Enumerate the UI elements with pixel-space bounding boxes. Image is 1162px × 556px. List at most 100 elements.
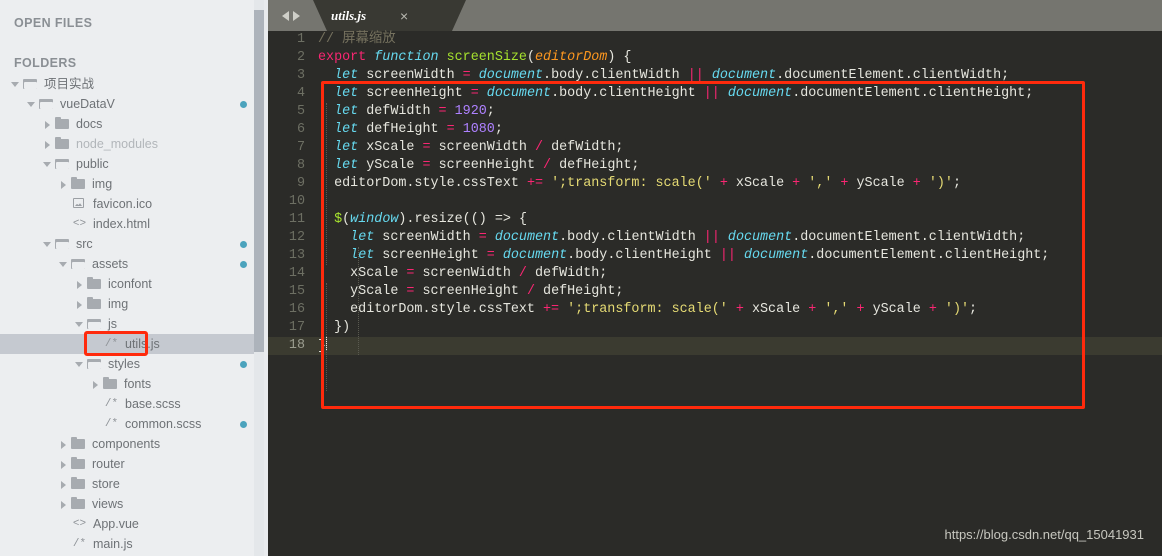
watermark-text: https://blog.csdn.net/qq_15041931 — [944, 527, 1145, 542]
tree-item-src[interactable]: src — [0, 234, 268, 254]
line-number: 17 — [288, 320, 305, 335]
line-number: 8 — [296, 158, 305, 173]
tab-utils-js[interactable]: utils.js × — [313, 0, 466, 31]
tree-item-utils-js[interactable]: /* utils.js — [0, 334, 268, 354]
code-line: let screenHeight = document.body.clientH… — [334, 86, 1034, 101]
tree-item-label: App.vue — [93, 517, 139, 531]
tree-item-store[interactable]: store — [0, 474, 268, 494]
tree-item-label: js — [108, 317, 118, 331]
chevron-right-icon[interactable] — [58, 479, 69, 490]
line-number: 10 — [288, 194, 305, 209]
chevron-down-icon[interactable] — [42, 159, 53, 170]
tree-item-app-vue[interactable]: <> App.vue — [0, 514, 268, 534]
tree-item-public[interactable]: public — [0, 154, 268, 174]
code-line: export function screenSize(editorDom) { — [318, 50, 632, 65]
tree-item-router[interactable]: router — [0, 454, 268, 474]
chevron-down-icon[interactable] — [42, 239, 53, 250]
tree-item-label: 项目实战 — [44, 77, 95, 91]
editor-panel: utils.js × 1 2 3 4 5 6 7 8 9 10 11 12 13 14 15 16 17 18 /… — [268, 0, 1162, 556]
chevron-right-icon[interactable] — [74, 299, 85, 310]
chevron-right-icon[interactable] — [58, 439, 69, 450]
modified-indicator-dot — [240, 101, 247, 108]
sidebar-file-tree-panel: OPEN FILES FOLDERS 项目实战 vueDataV docs node_… — [0, 0, 268, 556]
tree-item-label: common.scss — [125, 417, 202, 431]
tree-item-docs[interactable]: docs — [0, 114, 268, 134]
arrow-left-icon[interactable] — [281, 10, 289, 21]
tree-item-label: base.scss — [125, 397, 181, 411]
tree-item--[interactable]: 项目实战 — [0, 74, 268, 94]
tree-item-styles[interactable]: styles — [0, 354, 268, 374]
tree-item-components[interactable]: components — [0, 434, 268, 454]
line-number: 3 — [296, 68, 305, 83]
code-line: editorDom.style.cssText += ';transform: … — [318, 176, 962, 191]
js-file-icon: /* — [104, 418, 119, 430]
tree-item-label: img — [92, 177, 113, 191]
chevron-right-icon[interactable] — [58, 499, 69, 510]
line-number: 9 — [296, 176, 305, 191]
indent-guide — [326, 283, 327, 391]
line-number: 6 — [296, 122, 305, 137]
chevron-right-icon[interactable] — [90, 379, 101, 390]
chevron-down-icon[interactable] — [10, 79, 21, 90]
tab-label: utils.js — [331, 7, 367, 23]
folder-closed-icon — [55, 137, 70, 150]
modified-indicator-dot — [240, 421, 247, 428]
tree-item-img[interactable]: img — [0, 294, 268, 314]
sidebar-scrollbar-thumb[interactable] — [254, 10, 264, 352]
tree-item-label: fonts — [124, 377, 152, 391]
code-content[interactable]: // 屏幕缩放 export function screenSize(editor… — [314, 31, 1162, 556]
line-number: 14 — [288, 266, 305, 281]
line-number: 2 — [296, 50, 305, 65]
tree-item-vuedatav[interactable]: vueDataV — [0, 94, 268, 114]
tree-item-js[interactable]: js — [0, 314, 268, 334]
modified-indicator-dot — [240, 261, 247, 268]
chevron-down-icon[interactable] — [26, 99, 37, 110]
folder-closed-icon — [71, 457, 86, 470]
tab-navigation-buttons[interactable] — [268, 0, 313, 31]
chevron-down-icon[interactable] — [74, 359, 85, 370]
chevron-right-icon[interactable] — [42, 119, 53, 130]
tree-item-favicon-ico[interactable]: favicon.ico — [0, 194, 268, 214]
tree-item-label: components — [92, 437, 161, 451]
indent-guide — [326, 103, 327, 265]
chevron-right-icon[interactable] — [74, 279, 85, 290]
tree-item-label: node_modules — [76, 137, 159, 151]
tree-item-node-modules[interactable]: node_modules — [0, 134, 268, 154]
code-line: // 屏幕缩放 — [318, 32, 396, 47]
js-file-icon: /* — [104, 338, 119, 350]
arrow-right-icon[interactable] — [292, 10, 300, 21]
close-icon[interactable]: × — [400, 9, 408, 23]
line-number: 7 — [296, 140, 305, 155]
tree-item-base-scss[interactable]: /* base.scss — [0, 394, 268, 414]
tree-item-fonts[interactable]: fonts — [0, 374, 268, 394]
folder-closed-icon — [71, 497, 86, 510]
tree-item-views[interactable]: views — [0, 494, 268, 514]
code-area[interactable]: 1 2 3 4 5 6 7 8 9 10 11 12 13 14 15 16 17 18 // 屏幕缩放 expor… — [268, 31, 1162, 556]
tree-item-iconfont[interactable]: iconfont — [0, 274, 268, 294]
code-line: editorDom.style.cssText += ';transform: … — [318, 302, 978, 317]
open-files-section-title: OPEN FILES — [14, 16, 93, 30]
indent-guide — [358, 247, 359, 355]
code-line: let defHeight = 1080; — [334, 122, 503, 137]
chevron-down-icon[interactable] — [74, 319, 85, 330]
folder-open-icon — [55, 158, 70, 170]
tree-item-label: favicon.ico — [93, 197, 153, 211]
line-number: 11 — [288, 212, 305, 227]
chevron-right-icon[interactable] — [58, 179, 69, 190]
chevron-down-icon[interactable] — [58, 259, 69, 270]
tree-item-assets[interactable]: assets — [0, 254, 268, 274]
tree-item-label: utils.js — [125, 337, 160, 351]
folder-closed-icon — [55, 117, 70, 130]
line-number: 16 — [288, 302, 305, 317]
tree-item-img[interactable]: img — [0, 174, 268, 194]
chevron-right-icon[interactable] — [58, 459, 69, 470]
tree-item-label: vueDataV — [60, 97, 115, 111]
tree-item-common-scss[interactable]: /* common.scss — [0, 414, 268, 434]
chevron-right-icon[interactable] — [42, 139, 53, 150]
tree-item-index-html[interactable]: <> index.html — [0, 214, 268, 234]
tree-item-main-js[interactable]: /* main.js — [0, 534, 268, 554]
